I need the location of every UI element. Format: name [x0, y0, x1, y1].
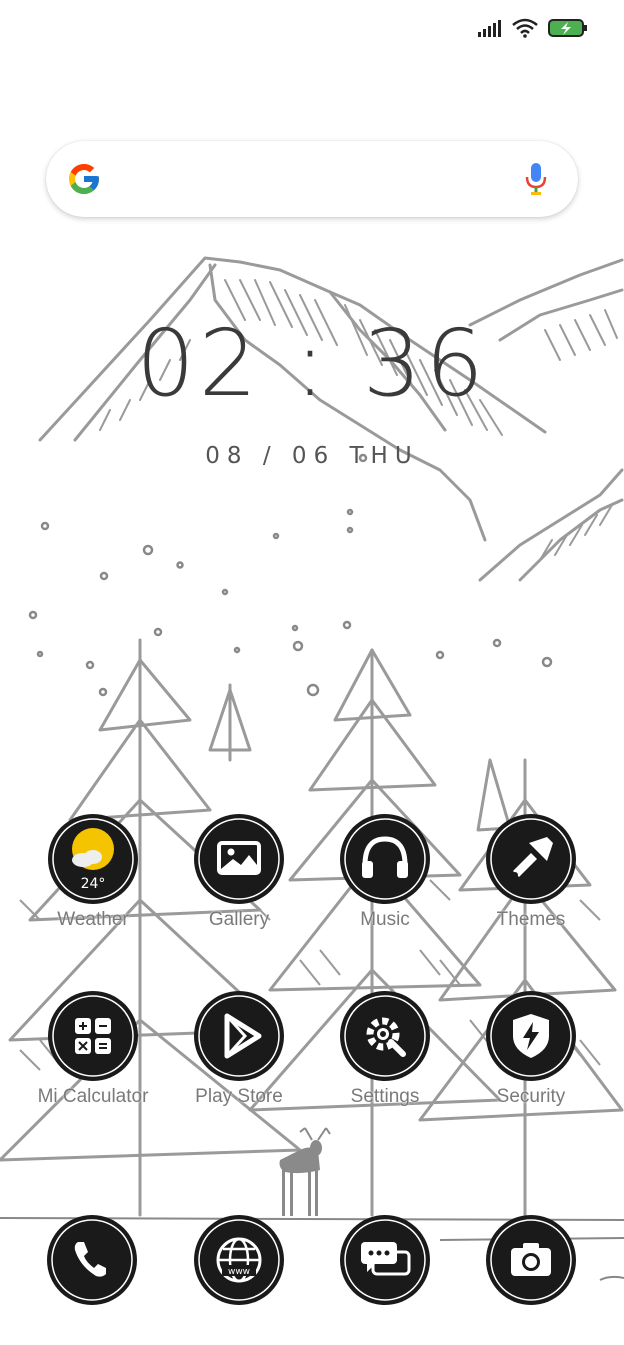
app-music[interactable]: Music — [315, 813, 455, 931]
weather-temperature: 24° — [81, 876, 106, 892]
camera-icon[interactable] — [485, 1214, 577, 1306]
microphone-icon[interactable] — [524, 161, 548, 197]
app-label: Themes — [496, 909, 566, 930]
battery-charging-icon — [548, 19, 587, 37]
app-play-store[interactable]: Play Store — [169, 990, 309, 1108]
status-bar — [478, 10, 588, 46]
phone-icon[interactable] — [46, 1214, 138, 1306]
settings-gear-icon — [340, 991, 430, 1081]
app-mi-calculator[interactable]: Mi Calculator — [23, 990, 163, 1108]
headphones-icon — [340, 814, 430, 904]
app-settings[interactable]: Settings — [315, 990, 455, 1108]
app-gallery[interactable]: Gallery — [169, 813, 309, 931]
weather-icon: 24° — [48, 814, 138, 904]
shield-icon — [486, 991, 576, 1081]
calculator-icon — [48, 991, 138, 1081]
wifi-icon — [512, 18, 538, 38]
play-store-icon — [194, 991, 284, 1081]
app-weather[interactable]: 24° Weather — [23, 813, 163, 931]
home-screen: 02 : 36 08 / 06 THU 24° Weather Gallery — [0, 0, 624, 1345]
app-label: Security — [496, 1086, 566, 1107]
google-logo-icon — [69, 164, 99, 194]
app-label: Play Store — [195, 1086, 283, 1107]
app-themes[interactable]: Themes — [461, 813, 601, 931]
cellular-signal-icon — [478, 20, 501, 37]
google-search-bar[interactable] — [46, 141, 578, 217]
app-security[interactable]: Security — [461, 990, 601, 1108]
messages-icon[interactable] — [339, 1214, 431, 1306]
gallery-icon — [194, 814, 284, 904]
clock-date[interactable]: 08 / 06 THU — [0, 443, 624, 469]
app-label: Gallery — [208, 909, 270, 930]
browser-label: www — [228, 1267, 250, 1277]
browser-globe-icon[interactable]: www — [193, 1214, 285, 1306]
clock-time[interactable]: 02 : 36 — [0, 318, 624, 410]
app-label: Weather — [57, 909, 129, 930]
app-label: Mi Calculator — [37, 1086, 149, 1107]
paintbrush-icon — [486, 814, 576, 904]
app-label: Settings — [350, 1086, 420, 1107]
app-label: Music — [360, 909, 410, 930]
